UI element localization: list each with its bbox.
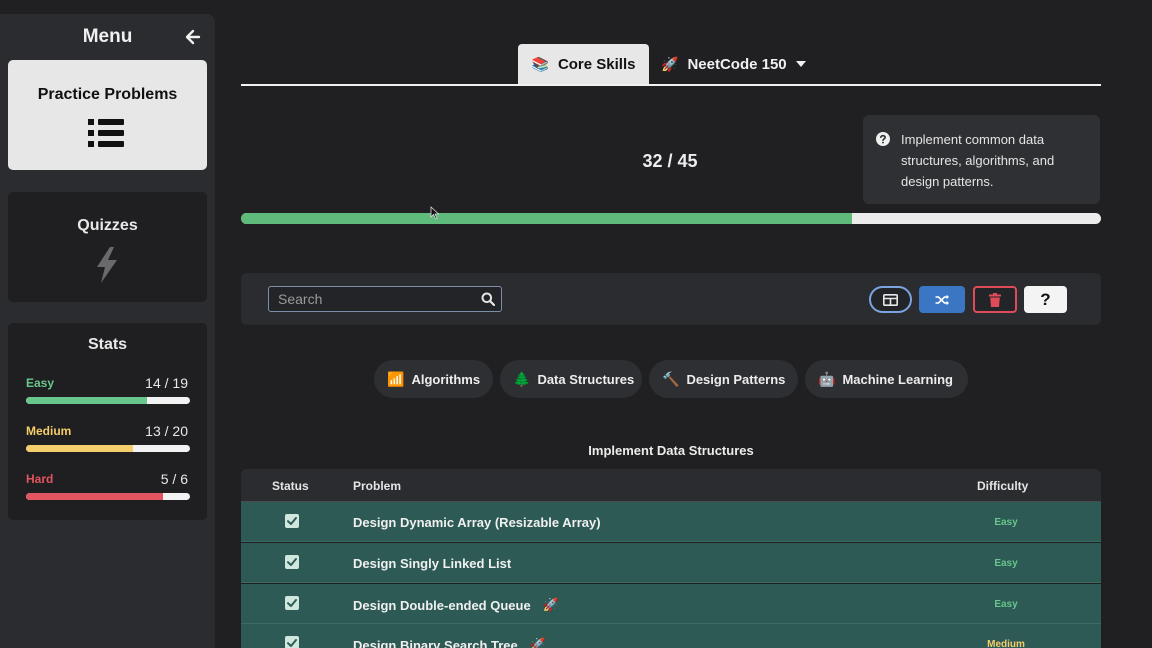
stat-progress-bar bbox=[26, 445, 190, 452]
tab-label: NeetCode 150 bbox=[687, 55, 787, 73]
stat-medium: Medium 13 / 20 bbox=[26, 423, 190, 464]
practice-problems-title: Practice Problems bbox=[37, 86, 178, 103]
problems-table: Status Problem Difficulty Design Dynamic… bbox=[241, 469, 1101, 648]
stat-progress-fill bbox=[26, 493, 163, 500]
section-title: Implement Data Structures bbox=[588, 443, 754, 458]
chip-label: Data Structures bbox=[537, 371, 635, 387]
track-description-text: Implement common data structures, algori… bbox=[901, 132, 1055, 189]
stat-progress-bar bbox=[26, 397, 190, 404]
tab-label: Core Skills bbox=[557, 55, 636, 73]
difficulty-badge: Easy bbox=[994, 517, 1018, 528]
track-tabs: 📚 Core Skills 🚀 NeetCode 150 bbox=[241, 44, 1101, 86]
stat-label: Easy bbox=[26, 376, 55, 390]
books-icon: 📚 bbox=[531, 55, 549, 72]
mouse-cursor-icon bbox=[430, 206, 440, 220]
reset-progress-button[interactable] bbox=[973, 286, 1017, 313]
stat-count: 13 / 20 bbox=[145, 423, 188, 439]
overall-progress-text: 32 / 45 bbox=[642, 151, 698, 171]
column-header-problem: Problem bbox=[353, 479, 402, 493]
status-checkbox[interactable] bbox=[285, 514, 299, 528]
difficulty-badge: Easy bbox=[994, 599, 1018, 610]
lightning-icon bbox=[97, 247, 117, 283]
problem-cell: Design Singly Linked List bbox=[353, 556, 511, 571]
table-row: Design Double-ended Queue 🚀 Easy bbox=[241, 584, 1101, 624]
chip-algorithms[interactable]: 📶 Algorithms bbox=[374, 360, 493, 398]
table-view-button[interactable] bbox=[869, 286, 912, 313]
tab-neetcode-150[interactable]: 🚀 NeetCode 150 bbox=[661, 44, 821, 84]
trash-icon bbox=[989, 292, 1001, 307]
list-icon bbox=[88, 119, 124, 147]
table-header: Status Problem Difficulty bbox=[241, 469, 1101, 502]
practice-problems-card[interactable]: Practice Problems bbox=[8, 60, 207, 170]
overall-progress-fill bbox=[241, 213, 853, 224]
search-icon[interactable] bbox=[481, 292, 495, 306]
sidebar: Menu Practice Problems Quizzes Stats Eas… bbox=[0, 14, 215, 648]
chip-label: Algorithms bbox=[411, 371, 481, 387]
table-row: Design Dynamic Array (Resizable Array) E… bbox=[241, 502, 1101, 542]
difficulty-badge: Easy bbox=[994, 558, 1018, 569]
problem-link[interactable]: Design Binary Search Tree bbox=[353, 638, 518, 648]
shuffle-icon bbox=[935, 294, 949, 305]
check-icon bbox=[287, 599, 297, 607]
table-icon bbox=[883, 293, 898, 306]
quizzes-card[interactable]: Quizzes bbox=[8, 192, 207, 302]
stat-easy: Easy 14 / 19 bbox=[26, 375, 190, 416]
stat-hard: Hard 5 / 6 bbox=[26, 471, 190, 512]
menu-header: Menu bbox=[0, 26, 215, 50]
chip-design-patterns[interactable]: 🔨 Design Patterns bbox=[649, 360, 798, 398]
chip-label: Machine Learning bbox=[842, 371, 953, 387]
rocket-icon: 🚀 bbox=[661, 55, 679, 72]
check-icon bbox=[287, 639, 297, 647]
hammer-icon: 🔨 bbox=[662, 370, 680, 387]
status-checkbox[interactable] bbox=[285, 636, 299, 648]
question-circle-icon bbox=[876, 132, 890, 146]
problem-cell: Design Binary Search Tree 🚀 bbox=[353, 637, 546, 648]
stat-label: Medium bbox=[26, 424, 72, 438]
stat-progress-bar bbox=[26, 493, 190, 500]
problem-cell: Design Dynamic Array (Resizable Array) bbox=[353, 515, 601, 530]
chip-machine-learning[interactable]: 🤖 Machine Learning bbox=[805, 360, 968, 398]
column-header-status: Status bbox=[272, 479, 309, 493]
stat-count: 14 / 19 bbox=[145, 375, 188, 391]
problem-link[interactable]: Design Double-ended Queue bbox=[353, 598, 531, 613]
rocket-icon: 🚀 bbox=[529, 637, 546, 648]
signal-bars-icon: 📶 bbox=[387, 370, 405, 387]
column-header-difficulty: Difficulty bbox=[977, 479, 1029, 493]
problem-link[interactable]: Design Singly Linked List bbox=[353, 556, 511, 571]
problem-toolbar: ? bbox=[241, 273, 1101, 325]
status-checkbox[interactable] bbox=[285, 596, 299, 610]
chip-label: Design Patterns bbox=[686, 371, 786, 387]
stats-card: Stats Easy 14 / 19 Medium 13 / 20 Hard 5… bbox=[8, 323, 207, 520]
problem-link[interactable]: Design Dynamic Array (Resizable Array) bbox=[353, 515, 601, 530]
arrow-left-icon[interactable] bbox=[183, 27, 203, 47]
overall-progress-bar bbox=[241, 213, 1101, 224]
stats-title: Stats bbox=[87, 336, 128, 353]
stat-progress-fill bbox=[26, 445, 133, 452]
status-checkbox[interactable] bbox=[285, 555, 299, 569]
robot-icon: 🤖 bbox=[818, 370, 836, 387]
stat-count: 5 / 6 bbox=[160, 471, 188, 487]
rocket-icon: 🚀 bbox=[542, 597, 559, 612]
problem-cell: Design Double-ended Queue 🚀 bbox=[353, 597, 559, 613]
tree-icon: 🌲 bbox=[513, 370, 531, 387]
search-input[interactable] bbox=[269, 287, 474, 311]
chip-data-structures[interactable]: 🌲 Data Structures bbox=[500, 360, 642, 398]
difficulty-badge: Medium bbox=[987, 639, 1025, 648]
caret-down-icon[interactable] bbox=[795, 61, 806, 67]
check-icon bbox=[287, 517, 297, 525]
shuffle-button[interactable] bbox=[919, 286, 965, 313]
table-row: Design Singly Linked List Easy bbox=[241, 543, 1101, 583]
track-description: Implement common data structures, algori… bbox=[863, 115, 1100, 204]
check-icon bbox=[287, 558, 297, 566]
quizzes-title: Quizzes bbox=[77, 217, 138, 234]
tab-core-skills[interactable]: 📚 Core Skills bbox=[518, 44, 649, 84]
stat-progress-fill bbox=[26, 397, 147, 404]
help-button[interactable]: ? bbox=[1024, 286, 1067, 313]
stat-label: Hard bbox=[26, 472, 54, 486]
table-row: Design Binary Search Tree 🚀 Medium bbox=[241, 624, 1101, 648]
search-box bbox=[268, 286, 502, 312]
